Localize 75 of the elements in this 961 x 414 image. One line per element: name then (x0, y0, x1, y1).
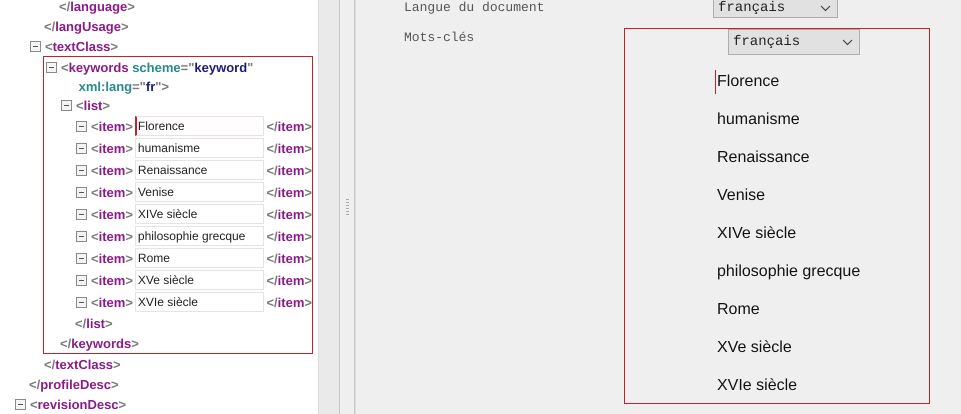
xml-tag: <keywords (61, 60, 129, 74)
xml-closing-tag: </language> (59, 0, 135, 14)
item-value-field[interactable]: Renaissance (134, 160, 264, 180)
collapse-icon[interactable] (76, 208, 87, 220)
collapse-icon[interactable] (76, 230, 87, 242)
xml-tag: <item> (91, 272, 133, 288)
field-label: Mots-clés (404, 30, 476, 45)
xml-closing-tag: </item> (266, 206, 312, 222)
xml-punctuation: =" (180, 60, 194, 74)
xml-closing-tag: </list> (75, 316, 113, 330)
xml-closing-tag: </item> (266, 294, 312, 310)
xml-tag: <list> (76, 98, 110, 112)
xml-tag: <item> (91, 140, 133, 156)
collapse-icon[interactable] (76, 164, 87, 176)
xml-closing-tag: </item> (266, 140, 312, 156)
xml-closing-tag: </textClass> (44, 356, 121, 372)
keyword-field[interactable]: Florence (715, 70, 780, 94)
xml-closing-tag: </langUsage> (44, 18, 129, 34)
collapse-icon[interactable] (76, 274, 87, 286)
item-value-field[interactable]: humanisme (134, 138, 264, 158)
collapse-icon[interactable] (76, 296, 87, 308)
collapse-icon[interactable] (76, 186, 87, 198)
collapse-icon[interactable] (76, 252, 87, 264)
item-value-field[interactable]: XVIe siècle (134, 292, 264, 312)
item-value-field[interactable]: XIVe siècle (134, 204, 264, 224)
attribute-value: keyword (194, 60, 248, 74)
xml-tag: <item> (91, 206, 133, 222)
xml-closing-tag: </item> (266, 228, 312, 244)
xml-punctuation: =" (132, 78, 146, 94)
xml-tag: <item> (91, 294, 133, 310)
chevron-down-icon (820, 4, 831, 12)
language-select[interactable]: français (728, 29, 860, 55)
xml-punctuation: "> (155, 78, 170, 94)
xml-tag: <item> (91, 118, 133, 134)
xml-closing-tag: </item> (266, 118, 312, 134)
xml-closing-tag: </item> (266, 184, 312, 200)
xml-closing-tag: </item> (266, 250, 312, 266)
keyword-field[interactable]: Renaissance (715, 146, 810, 170)
xml-tag: <item> (91, 162, 133, 178)
item-value-field[interactable]: Florence (134, 116, 264, 136)
collapse-icon[interactable] (61, 100, 72, 110)
xml-tag: <item> (91, 184, 133, 200)
attribute-value: fr (146, 78, 156, 94)
chevron-down-icon (842, 38, 853, 46)
xml-tag: <item> (91, 228, 133, 244)
item-value-field[interactable]: XVe siècle (134, 270, 264, 290)
keyword-field[interactable]: XIVe siècle (715, 222, 796, 246)
xml-closing-tag: </item> (266, 272, 312, 288)
xml-tag: <revisionDesc> (30, 396, 126, 412)
scrollbar[interactable] (318, 0, 339, 414)
keyword-field[interactable]: XVe siècle (715, 336, 792, 360)
xml-closing-tag: </item> (266, 162, 312, 178)
xml-closing-tag: </keywords> (60, 336, 139, 350)
collapse-icon[interactable] (46, 62, 57, 72)
language-select[interactable]: français (713, 0, 838, 18)
keyword-field[interactable]: Rome (715, 298, 760, 322)
field-label: Langue du document (404, 0, 546, 15)
keyword-field[interactable]: Venise (715, 184, 766, 208)
collapse-icon[interactable] (30, 40, 41, 52)
xml-closing-tag: </profileDesc> (29, 376, 119, 392)
item-value-field[interactable]: Venise (134, 182, 264, 202)
xml-punctuation: " (247, 60, 254, 74)
keyword-field[interactable]: humanisme (715, 108, 800, 132)
xml-tag: <item> (91, 250, 133, 266)
keyword-field[interactable]: XVIe siècle (715, 374, 798, 398)
attribute-name: scheme (131, 60, 181, 74)
splitter-grip-icon[interactable] (346, 199, 348, 215)
collapse-icon[interactable] (76, 120, 87, 132)
keyword-field[interactable]: philosophie grecque (715, 260, 860, 284)
collapse-icon[interactable] (15, 398, 26, 410)
item-value-field[interactable]: philosophie grecque (134, 226, 264, 246)
attribute-name: xml:lang (78, 78, 132, 94)
item-value-field[interactable]: Rome (134, 248, 264, 268)
xml-tag: <textClass> (45, 38, 118, 54)
collapse-icon[interactable] (76, 142, 87, 154)
